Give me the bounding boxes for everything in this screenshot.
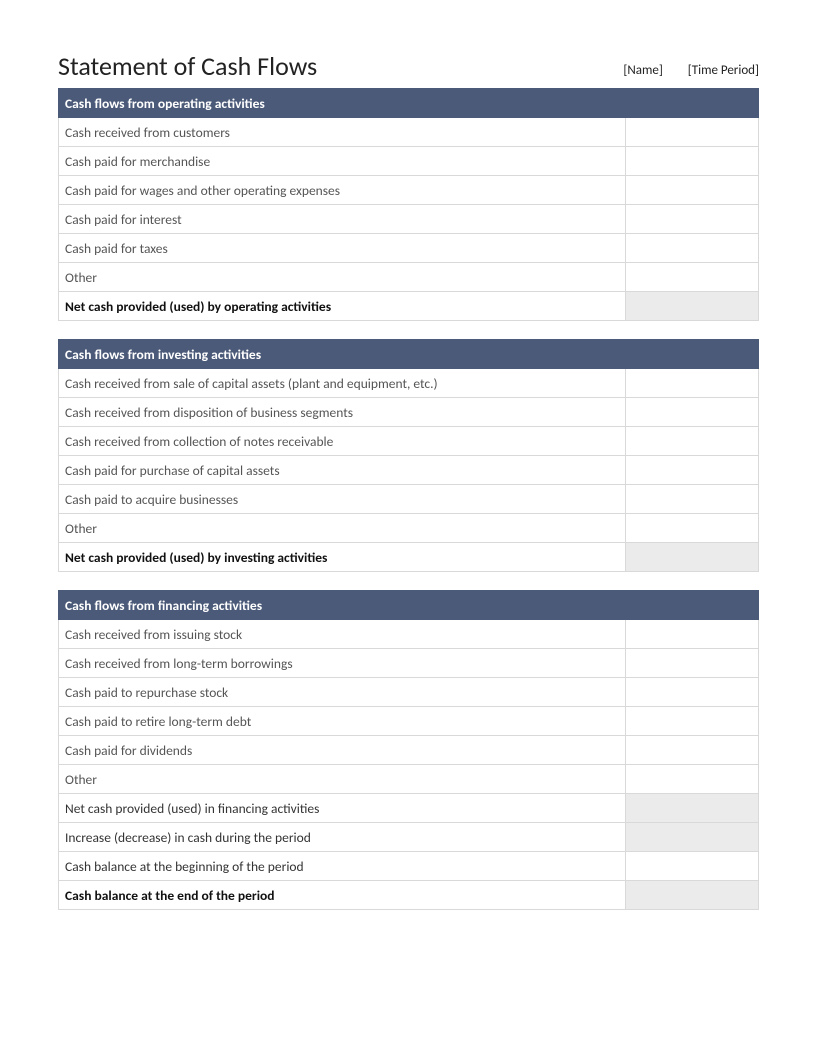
value-cell bbox=[626, 620, 759, 649]
subtotal-value bbox=[626, 823, 759, 852]
line-label: Cash paid for merchandise bbox=[59, 147, 626, 176]
subtotal-value bbox=[626, 852, 759, 881]
table-row: Cash paid for interest bbox=[59, 205, 759, 234]
section-header: Cash flows from financing activities bbox=[59, 591, 759, 620]
line-label: Other bbox=[59, 514, 626, 543]
value-cell bbox=[626, 427, 759, 456]
name-placeholder: [Name] bbox=[623, 63, 662, 78]
value-cell bbox=[626, 234, 759, 263]
line-label: Cash paid for dividends bbox=[59, 736, 626, 765]
value-cell bbox=[626, 263, 759, 292]
total-row: Cash balance at the end of the period bbox=[59, 881, 759, 910]
page-title: Statement of Cash Flows bbox=[58, 50, 317, 82]
subtotal-label: Net cash provided (used) by investing ac… bbox=[59, 543, 626, 572]
table-row: Cash paid for purchase of capital assets bbox=[59, 456, 759, 485]
table-row: Cash paid to repurchase stock bbox=[59, 678, 759, 707]
line-label: Cash paid for taxes bbox=[59, 234, 626, 263]
line-label: Cash received from issuing stock bbox=[59, 620, 626, 649]
value-cell bbox=[626, 736, 759, 765]
line-label: Cash received from disposition of busine… bbox=[59, 398, 626, 427]
table-row: Cash received from disposition of busine… bbox=[59, 398, 759, 427]
subtotal-value bbox=[626, 794, 759, 823]
value-cell bbox=[626, 707, 759, 736]
section-header: Cash flows from operating activities bbox=[59, 89, 759, 118]
subtotal-value bbox=[626, 543, 759, 572]
subtotal-label: Increase (decrease) in cash during the p… bbox=[59, 823, 626, 852]
value-cell bbox=[626, 118, 759, 147]
table-row: Cash paid for wages and other operating … bbox=[59, 176, 759, 205]
line-label: Cash paid to acquire businesses bbox=[59, 485, 626, 514]
document-header: Statement of Cash Flows [Name] [Time Per… bbox=[58, 50, 759, 82]
total-label: Cash balance at the end of the period bbox=[59, 881, 626, 910]
line-label: Cash paid to retire long-term debt bbox=[59, 707, 626, 736]
section-investing: Cash flows from investing activities Cas… bbox=[58, 339, 759, 572]
line-label: Cash paid to repurchase stock bbox=[59, 678, 626, 707]
subtotal-row: Increase (decrease) in cash during the p… bbox=[59, 823, 759, 852]
subtotal-label: Net cash provided (used) in financing ac… bbox=[59, 794, 626, 823]
line-label: Cash received from long-term borrowings bbox=[59, 649, 626, 678]
value-cell bbox=[626, 176, 759, 205]
table-row: Cash received from sale of capital asset… bbox=[59, 369, 759, 398]
table-row: Cash received from customers bbox=[59, 118, 759, 147]
subtotal-label: Net cash provided (used) by operating ac… bbox=[59, 292, 626, 321]
line-label: Cash paid for purchase of capital assets bbox=[59, 456, 626, 485]
table-row: Cash paid for merchandise bbox=[59, 147, 759, 176]
table-row: Cash paid to retire long-term debt bbox=[59, 707, 759, 736]
table-row: Cash received from long-term borrowings bbox=[59, 649, 759, 678]
subtotal-row: Net cash provided (used) by operating ac… bbox=[59, 292, 759, 321]
subtotal-value bbox=[626, 292, 759, 321]
header-meta: [Name] [Time Period] bbox=[601, 63, 759, 82]
value-cell bbox=[626, 485, 759, 514]
line-label: Other bbox=[59, 263, 626, 292]
table-row: Cash paid for dividends bbox=[59, 736, 759, 765]
table-row: Other bbox=[59, 263, 759, 292]
value-cell bbox=[626, 765, 759, 794]
value-cell bbox=[626, 456, 759, 485]
time-period-placeholder: [Time Period] bbox=[688, 63, 759, 78]
value-cell bbox=[626, 649, 759, 678]
table-row: Cash paid to acquire businesses bbox=[59, 485, 759, 514]
subtotal-row: Net cash provided (used) by investing ac… bbox=[59, 543, 759, 572]
section-operating: Cash flows from operating activities Cas… bbox=[58, 88, 759, 321]
value-cell bbox=[626, 147, 759, 176]
line-label: Cash received from customers bbox=[59, 118, 626, 147]
line-label: Cash paid for wages and other operating … bbox=[59, 176, 626, 205]
section-header: Cash flows from investing activities bbox=[59, 340, 759, 369]
value-cell bbox=[626, 398, 759, 427]
line-label: Cash received from sale of capital asset… bbox=[59, 369, 626, 398]
line-label: Cash received from collection of notes r… bbox=[59, 427, 626, 456]
section-financing: Cash flows from financing activities Cas… bbox=[58, 590, 759, 910]
subtotal-row: Cash balance at the beginning of the per… bbox=[59, 852, 759, 881]
table-row: Cash paid for taxes bbox=[59, 234, 759, 263]
table-row: Cash received from collection of notes r… bbox=[59, 427, 759, 456]
table-row: Other bbox=[59, 765, 759, 794]
total-value bbox=[626, 881, 759, 910]
table-row: Other bbox=[59, 514, 759, 543]
subtotal-label: Cash balance at the beginning of the per… bbox=[59, 852, 626, 881]
value-cell bbox=[626, 514, 759, 543]
line-label: Other bbox=[59, 765, 626, 794]
line-label: Cash paid for interest bbox=[59, 205, 626, 234]
subtotal-row: Net cash provided (used) in financing ac… bbox=[59, 794, 759, 823]
value-cell bbox=[626, 678, 759, 707]
table-row: Cash received from issuing stock bbox=[59, 620, 759, 649]
value-cell bbox=[626, 205, 759, 234]
value-cell bbox=[626, 369, 759, 398]
